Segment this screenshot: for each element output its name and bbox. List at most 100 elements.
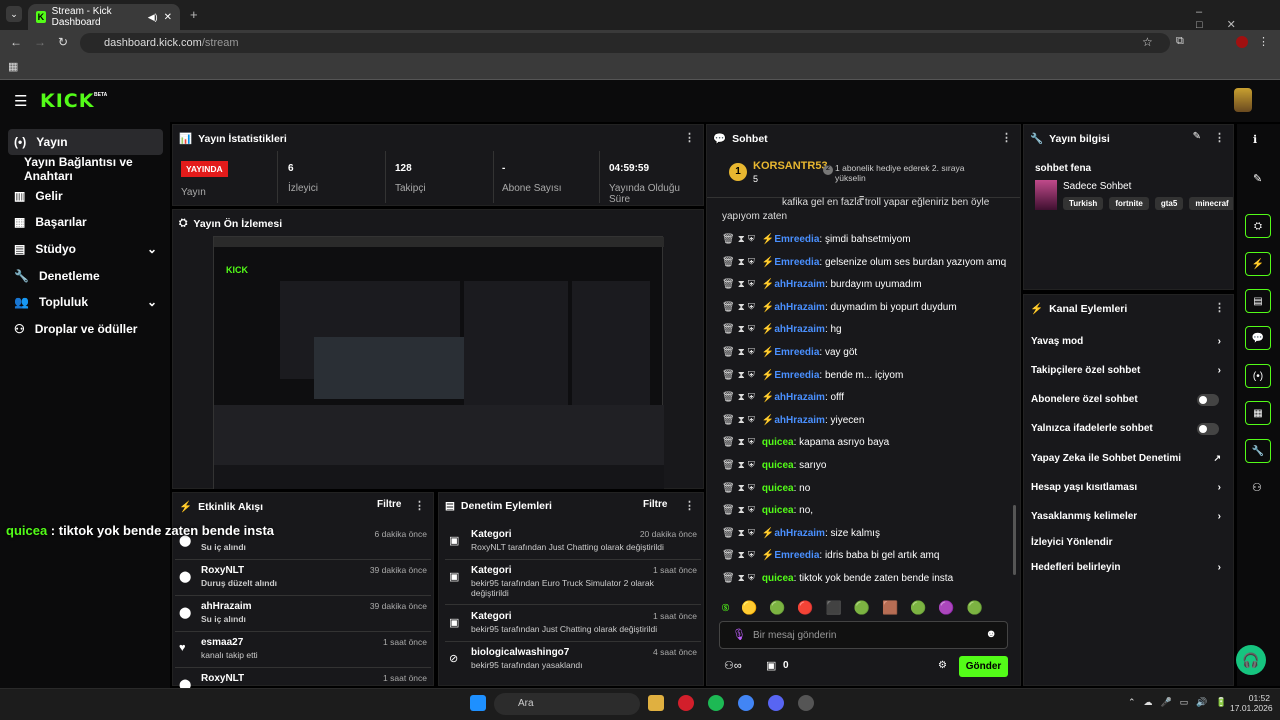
more-icon[interactable]: ⋮ xyxy=(414,499,425,512)
tag[interactable]: minecraf xyxy=(1189,197,1233,210)
chat-username[interactable]: ahHrazaim xyxy=(774,302,825,313)
emote-icon[interactable]: Ⓢ xyxy=(722,603,729,613)
tag[interactable]: fortnite xyxy=(1109,197,1149,210)
more-icon[interactable]: ⋮ xyxy=(1214,301,1225,314)
emote-icon[interactable]: ⬛ xyxy=(826,600,842,616)
chat-username[interactable]: quicea xyxy=(762,460,794,471)
mod-tools-icon[interactable]: 🗑⧗⛨ xyxy=(722,528,758,539)
sidebar-item-gelir[interactable]: ▥ Gelir xyxy=(8,183,163,209)
extensions-icon[interactable]: ⧉ xyxy=(1176,35,1184,48)
emote-icon[interactable]: 🟢 xyxy=(769,600,785,616)
profile-avatar[interactable] xyxy=(1236,36,1248,48)
stats-toggle-icon[interactable]: ▦ xyxy=(1245,401,1271,425)
chat-settings-icon[interactable]: ⚙ xyxy=(938,660,947,671)
mod-tools-icon[interactable]: 🗑⧗⛨ xyxy=(722,483,758,494)
mod-tools-icon[interactable]: 🗑⧗⛨ xyxy=(722,550,758,561)
emote-icon[interactable]: 🟫 xyxy=(882,600,898,616)
edit-icon[interactable]: ✎ xyxy=(1193,131,1201,142)
more-icon[interactable]: ⋮ xyxy=(1214,131,1225,144)
mod-tools-icon[interactable]: 🗑⧗⛨ xyxy=(722,437,758,448)
sidebar-item-droplar[interactable]: ⚇ Droplar ve ödüller xyxy=(8,316,163,342)
account-age-row[interactable]: Hesap yaşı kısıtlaması › xyxy=(1031,482,1227,493)
taskbar-clock[interactable]: 01:52 17.01.2026 xyxy=(1230,693,1273,713)
chat-username[interactable]: ahHrazaim xyxy=(774,528,825,539)
emote-icon[interactable]: 🟡 xyxy=(741,600,757,616)
url-field[interactable]: dashboard.kick.com/stream xyxy=(80,33,1170,53)
slow-mode-row[interactable]: Yavaş mod › xyxy=(1031,336,1227,347)
kick-logo[interactable]: KICK xyxy=(40,90,94,112)
store-icon[interactable]: ▣ xyxy=(766,659,776,672)
mod-tools-icon[interactable]: 🗑⧗⛨ xyxy=(722,234,758,245)
chat-input-box[interactable]: 🎙 Bir mesaj gönderin ☻ xyxy=(719,621,1008,649)
raid-row[interactable]: İzleyici Yönlendir xyxy=(1031,537,1227,548)
preview-toggle-icon[interactable]: ⛭ xyxy=(1245,214,1271,238)
system-tray-icons[interactable]: ⌃☁🎤▭🔊🔋 xyxy=(1128,697,1235,708)
chat-username[interactable]: Emreedia xyxy=(774,234,819,245)
mod-tools-icon[interactable]: 🗑⧗⛨ xyxy=(722,279,758,290)
info-icon[interactable]: ℹ xyxy=(1253,133,1257,146)
chat-username[interactable]: quicea xyxy=(762,437,794,448)
edit-icon[interactable]: ✎ xyxy=(1253,172,1262,185)
new-tab-icon[interactable]: + xyxy=(190,7,198,22)
sidebar-item-denetleme[interactable]: 🔧 Denetleme xyxy=(8,263,163,289)
mod-tools-icon[interactable]: 🗑⧗⛨ xyxy=(722,573,758,584)
chat-username[interactable]: Emreedia xyxy=(774,257,819,268)
infinity-points-icon[interactable]: ⚇∞ xyxy=(724,659,742,672)
stream-video[interactable]: KICK xyxy=(213,236,664,489)
broadcast-toggle-icon[interactable]: (•) xyxy=(1245,364,1271,388)
window-controls[interactable]: –□✕ xyxy=(1196,6,1280,31)
chat-username[interactable]: Emreedia xyxy=(774,370,819,381)
discord-icon[interactable] xyxy=(768,695,784,711)
spotify-icon[interactable] xyxy=(708,695,724,711)
emote-icon[interactable]: 🟢 xyxy=(967,600,983,616)
chrome-icon[interactable] xyxy=(738,695,754,711)
chat-username[interactable]: Emreedia xyxy=(774,550,819,561)
followers-only-row[interactable]: Takipçilere özel sohbet › xyxy=(1031,365,1227,376)
support-icon[interactable]: 🎧 xyxy=(1236,645,1266,675)
send-button[interactable]: Gönder xyxy=(959,656,1008,677)
mod-toggle-icon[interactable]: ▤ xyxy=(1245,289,1271,313)
chat-username[interactable]: ahHrazaim xyxy=(774,392,825,403)
mod-tools-icon[interactable]: 🗑⧗⛨ xyxy=(722,347,758,358)
more-icon[interactable]: ⋮ xyxy=(684,499,695,512)
emote-icon[interactable]: 🔴 xyxy=(797,600,813,616)
emote-icon[interactable]: 🟢 xyxy=(854,600,870,616)
chat-toggle-icon[interactable]: 💬 xyxy=(1245,326,1271,350)
chat-username[interactable]: quicea xyxy=(762,505,794,516)
chat-username[interactable]: ahHrazaim xyxy=(774,415,825,426)
browser-menu-icon[interactable]: ⋮ xyxy=(1258,35,1269,48)
activity-toggle-icon[interactable]: ⚡ xyxy=(1245,252,1271,276)
sidebar-item-topluluk[interactable]: 👥 Topluluk ⌄ xyxy=(8,289,163,315)
tag[interactable]: gta5 xyxy=(1154,197,1184,210)
reload-icon[interactable]: ↻ xyxy=(58,35,68,49)
more-icon[interactable]: ⋮ xyxy=(1001,131,1012,144)
file-explorer-icon[interactable] xyxy=(648,695,664,711)
mod-tools-icon[interactable]: 🗑⧗⛨ xyxy=(722,302,758,313)
mod-tools-icon[interactable]: 🗑⧗⛨ xyxy=(722,257,758,268)
emote-only-toggle[interactable] xyxy=(1197,423,1219,435)
emote-icon[interactable]: 🟢 xyxy=(910,600,926,616)
user-avatar[interactable] xyxy=(1234,88,1252,112)
chat-username[interactable]: ahHrazaim xyxy=(774,279,825,290)
opera-icon[interactable] xyxy=(678,695,694,711)
sidebar-item-yayin[interactable]: (•) Yayın xyxy=(8,129,163,155)
banned-words-row[interactable]: Yasaklanmış kelimeler › xyxy=(1031,511,1227,522)
mod-tools-icon[interactable]: 🗑⧗⛨ xyxy=(722,505,758,516)
taskbar-search[interactable]: Ara xyxy=(494,693,640,715)
sidebar-item-studyo[interactable]: ▤ Stüdyo ⌄ xyxy=(8,236,163,262)
more-icon[interactable]: ⋮ xyxy=(684,131,695,144)
emoji-icon[interactable]: ☻ xyxy=(985,628,997,640)
sidebar-item-stream-key[interactable]: Yayın Bağlantısı ve Anahtarı xyxy=(8,155,163,183)
ai-moderation-row[interactable]: Yapay Zeka ile Sohbet Denetimi ↗ xyxy=(1031,453,1227,464)
chat-username[interactable]: ahHrazaim xyxy=(774,324,825,335)
hamburger-menu-icon[interactable]: ☰ xyxy=(14,92,27,110)
mod-filter-button[interactable]: Filtre xyxy=(643,499,667,510)
app-icon[interactable] xyxy=(798,695,814,711)
back-icon[interactable]: ← xyxy=(10,35,22,49)
community-icon[interactable]: ⚇ xyxy=(1252,481,1262,494)
apps-icon[interactable]: ▦ xyxy=(8,60,18,73)
chat-username[interactable]: Emreedia xyxy=(774,347,819,358)
chat-username[interactable]: quicea xyxy=(762,483,794,494)
close-tab-icon[interactable]: ✕ xyxy=(164,12,172,23)
goals-row[interactable]: Hedefleri belirleyin › xyxy=(1031,562,1227,573)
